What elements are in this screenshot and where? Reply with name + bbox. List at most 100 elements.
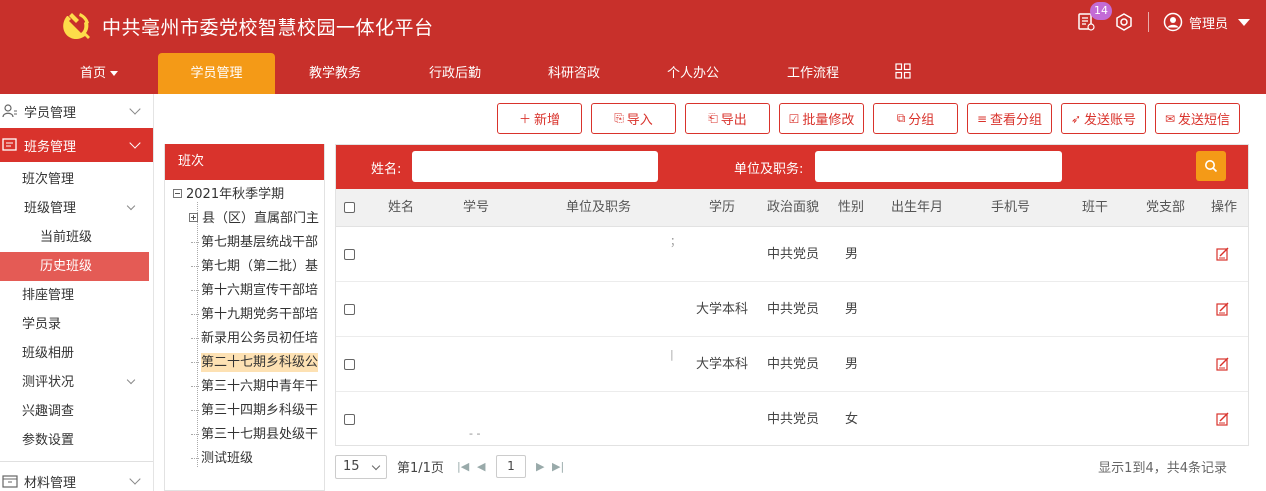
name-search-input[interactable]	[412, 151, 658, 182]
table-row[interactable]: - - 中共党员 女	[336, 392, 1248, 445]
collapse-icon[interactable]	[173, 189, 182, 198]
tree-node[interactable]: 新录用公务员初任培	[191, 327, 318, 351]
column-header[interactable]: 单位及职务	[566, 189, 631, 227]
tree-header: 班次	[165, 144, 324, 180]
sidebar-item-class-schedule[interactable]: 班次管理	[0, 165, 150, 194]
sms-icon: ✉	[1164, 111, 1176, 126]
import-icon: ⎘	[614, 111, 624, 125]
column-header[interactable]: 政治面貌	[767, 189, 819, 227]
select-all-checkbox[interactable]	[344, 202, 355, 213]
chevron-down-icon	[129, 103, 141, 115]
page-size-select[interactable]: 15	[335, 455, 387, 479]
edit-icon[interactable]	[1216, 247, 1230, 261]
batch-edit-button[interactable]: ☑ 批量修改	[779, 103, 864, 134]
record-summary: 显示1到4，共4条记录	[1098, 461, 1227, 476]
nav-research[interactable]: 科研咨政	[515, 53, 633, 94]
tree-node-selected[interactable]: 第二十七期乡科级公	[191, 351, 319, 375]
column-header[interactable]: 党支部	[1146, 189, 1185, 227]
column-header[interactable]: 学历	[709, 189, 735, 227]
column-header[interactable]: 操作	[1211, 189, 1237, 227]
table-row[interactable]: ； 中共党员 男	[336, 227, 1248, 282]
row-checkbox[interactable]	[344, 304, 355, 315]
edit-icon[interactable]	[1216, 302, 1230, 316]
unit-search-input[interactable]	[815, 151, 1062, 182]
send-icon: ➶	[1070, 111, 1082, 126]
row-mark: |	[670, 348, 674, 361]
page-number-input[interactable]: 1	[496, 455, 526, 478]
user-name[interactable]: 管理员	[1189, 13, 1228, 32]
tree-node[interactable]: 第三十七期县处级干	[191, 423, 318, 447]
sidebar-item-class-album[interactable]: 班级相册	[0, 339, 150, 368]
nav-personal-office[interactable]: 个人办公	[633, 53, 753, 94]
view-group-button[interactable]: ≡ 查看分组	[967, 103, 1052, 134]
column-header[interactable]: 姓名	[388, 189, 414, 227]
export-button[interactable]: ⎗ 导出	[685, 103, 770, 134]
chevron-down-icon	[126, 375, 136, 385]
row-checkbox[interactable]	[344, 249, 355, 260]
table-row[interactable]: | 大学本科 中共党员 男	[336, 337, 1248, 392]
name-label: 姓名:	[371, 162, 402, 177]
last-page-icon[interactable]: ▶|	[552, 460, 564, 473]
nav-teaching[interactable]: 教学教务	[275, 53, 395, 94]
user-avatar-icon[interactable]	[1161, 10, 1185, 34]
tree-node[interactable]: 第十九期党务干部培	[191, 303, 318, 327]
tree-node[interactable]: 县（区）直属部门主	[189, 207, 319, 231]
prev-page-icon[interactable]: ◀	[477, 460, 485, 473]
sidebar-group-class-affairs[interactable]: 班务管理	[0, 128, 153, 162]
nav-student-management[interactable]: 学员管理	[158, 53, 275, 94]
sidebar-item-parameter-settings[interactable]: 参数设置	[0, 426, 150, 455]
column-header[interactable]: 出生年月	[891, 189, 943, 227]
sidebar-group-student[interactable]: 学员管理	[0, 94, 153, 128]
user-menu-caret-icon[interactable]	[1238, 18, 1250, 26]
table-row[interactable]: 大学本科 中共党员 男	[336, 282, 1248, 337]
search-button[interactable]	[1196, 151, 1226, 181]
tree-node[interactable]: 第三十四期乡科级干	[191, 399, 318, 423]
edit-icon[interactable]	[1216, 412, 1230, 426]
gear-icon	[1116, 13, 1132, 31]
export-icon: ⎗	[708, 111, 718, 125]
row-checkbox[interactable]	[344, 359, 355, 370]
tree-root[interactable]: 2021年秋季学期	[173, 183, 284, 207]
send-sms-button[interactable]: ✉ 发送短信	[1155, 103, 1240, 134]
settings-icon[interactable]	[1112, 10, 1136, 34]
nav-home[interactable]: 首页	[40, 53, 158, 94]
user-icon	[1163, 12, 1183, 32]
tree-node[interactable]: 第三十六期中青年干	[191, 375, 318, 399]
tree-node[interactable]: 测试班级	[191, 447, 253, 471]
tree-node[interactable]: 第七期（第二批）基	[191, 255, 318, 279]
nav-grid[interactable]	[873, 53, 933, 94]
sidebar-group-materials[interactable]: 材料管理	[0, 464, 153, 491]
sidebar-item-interest-survey[interactable]: 兴趣调查	[0, 397, 150, 426]
batch-edit-icon: ☑	[788, 111, 800, 126]
expand-icon[interactable]	[189, 213, 198, 222]
table-header: 姓名 学号 单位及职务 学历 政治面貌 性别 出生年月 手机号 班干 党支部 操…	[336, 189, 1248, 227]
sidebar-item-class-management[interactable]: 班级管理	[0, 194, 150, 223]
search-bar: 姓名: 单位及职务:	[336, 145, 1248, 189]
nav-workflow[interactable]: 工作流程	[753, 53, 873, 94]
sidebar-item-current-class[interactable]: 当前班级	[0, 223, 150, 252]
first-page-icon[interactable]: |◀	[457, 460, 469, 473]
toolbar: ＋新增 ⎘ 导入 ⎗ 导出 ☑ 批量修改 ⧉ 分组 ≡ 查看分组 ➶ 发送账号 ✉ 发送短信	[497, 103, 1240, 134]
column-header[interactable]: 手机号	[991, 189, 1030, 227]
student-table-panel: 姓名: 单位及职务: 姓名 学号 单位及职务 学历 政治面貌 性别 出生年月 手…	[335, 144, 1249, 446]
send-account-button[interactable]: ➶ 发送账号	[1061, 103, 1146, 134]
party-emblem-icon	[63, 13, 90, 40]
import-button[interactable]: ⎘ 导入	[591, 103, 676, 134]
column-header[interactable]: 学号	[463, 189, 489, 227]
next-page-icon[interactable]: ▶	[536, 460, 544, 473]
column-header[interactable]: 班干	[1082, 189, 1108, 227]
add-button[interactable]: ＋新增	[497, 103, 582, 134]
nav-admin-logistics[interactable]: 行政后勤	[395, 53, 515, 94]
edit-icon[interactable]	[1216, 357, 1230, 371]
tree-node[interactable]: 第十六期宣传干部培	[191, 279, 318, 303]
row-checkbox[interactable]	[344, 414, 355, 425]
tree-node[interactable]: 第七期基层统战干部	[191, 231, 318, 255]
group-button[interactable]: ⧉ 分组	[873, 103, 958, 134]
column-header[interactable]: 性别	[838, 189, 864, 227]
sidebar-item-seating[interactable]: 排座管理	[0, 281, 150, 310]
unit-label: 单位及职务:	[734, 162, 804, 177]
sidebar-item-evaluation[interactable]: 测评状况	[0, 368, 150, 397]
notification-icon[interactable]: 14	[1074, 2, 1112, 34]
sidebar-item-student-directory[interactable]: 学员录	[0, 310, 150, 339]
sidebar-item-history-class[interactable]: 历史班级	[0, 252, 149, 281]
